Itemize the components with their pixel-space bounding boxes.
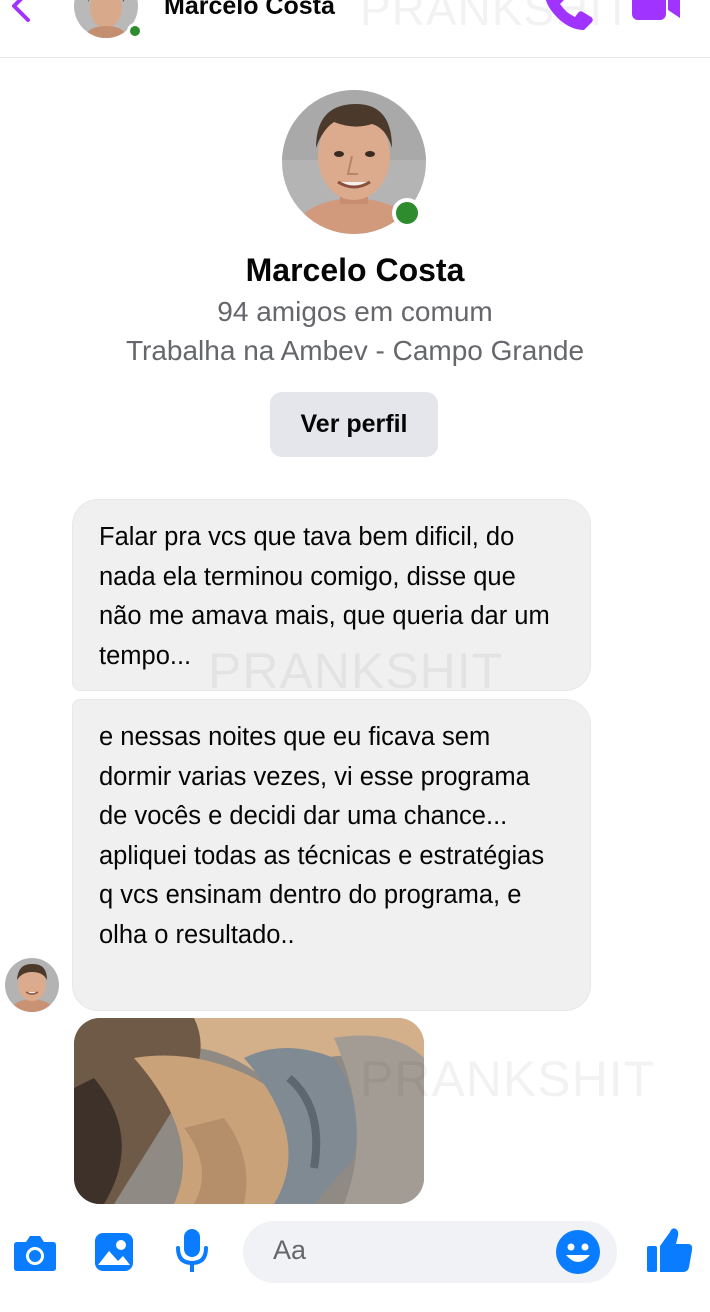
photo-message[interactable] <box>74 1018 424 1204</box>
mutual-friends-text: 94 amigos em comum <box>217 296 493 327</box>
watermark: PRANKSHIT <box>360 1051 656 1107</box>
profile-name: Marcelo Costa <box>245 252 465 288</box>
camera-icon[interactable] <box>13 1234 57 1272</box>
message-input[interactable]: Aa <box>243 1221 617 1283</box>
sender-avatar[interactable] <box>5 958 59 1012</box>
message-bubble[interactable]: e nessas noites que eu ficava sem dormir… <box>72 699 591 1011</box>
phone-icon[interactable] <box>540 0 596 34</box>
header-contact-name[interactable]: Marcelo Costa <box>164 0 335 21</box>
video-camera-icon[interactable] <box>630 0 682 28</box>
microphone-icon[interactable] <box>174 1228 210 1274</box>
message-input-placeholder: Aa <box>273 1235 307 1265</box>
watermark: PRANKSHIT <box>208 643 504 699</box>
online-status-indicator <box>127 23 143 39</box>
conversation-header: Marcelo Costa PRANKSHIT <box>0 0 710 58</box>
emoji-icon[interactable] <box>555 1229 601 1275</box>
thumbs-up-icon[interactable] <box>646 1226 694 1274</box>
work-info-text: Trabalha na Ambev - Campo Grande <box>125 335 585 366</box>
profile-online-indicator <box>392 198 422 228</box>
view-profile-button[interactable]: Ver perfil <box>270 392 438 457</box>
back-chevron-icon[interactable] <box>6 0 36 26</box>
image-icon[interactable] <box>94 1232 134 1272</box>
